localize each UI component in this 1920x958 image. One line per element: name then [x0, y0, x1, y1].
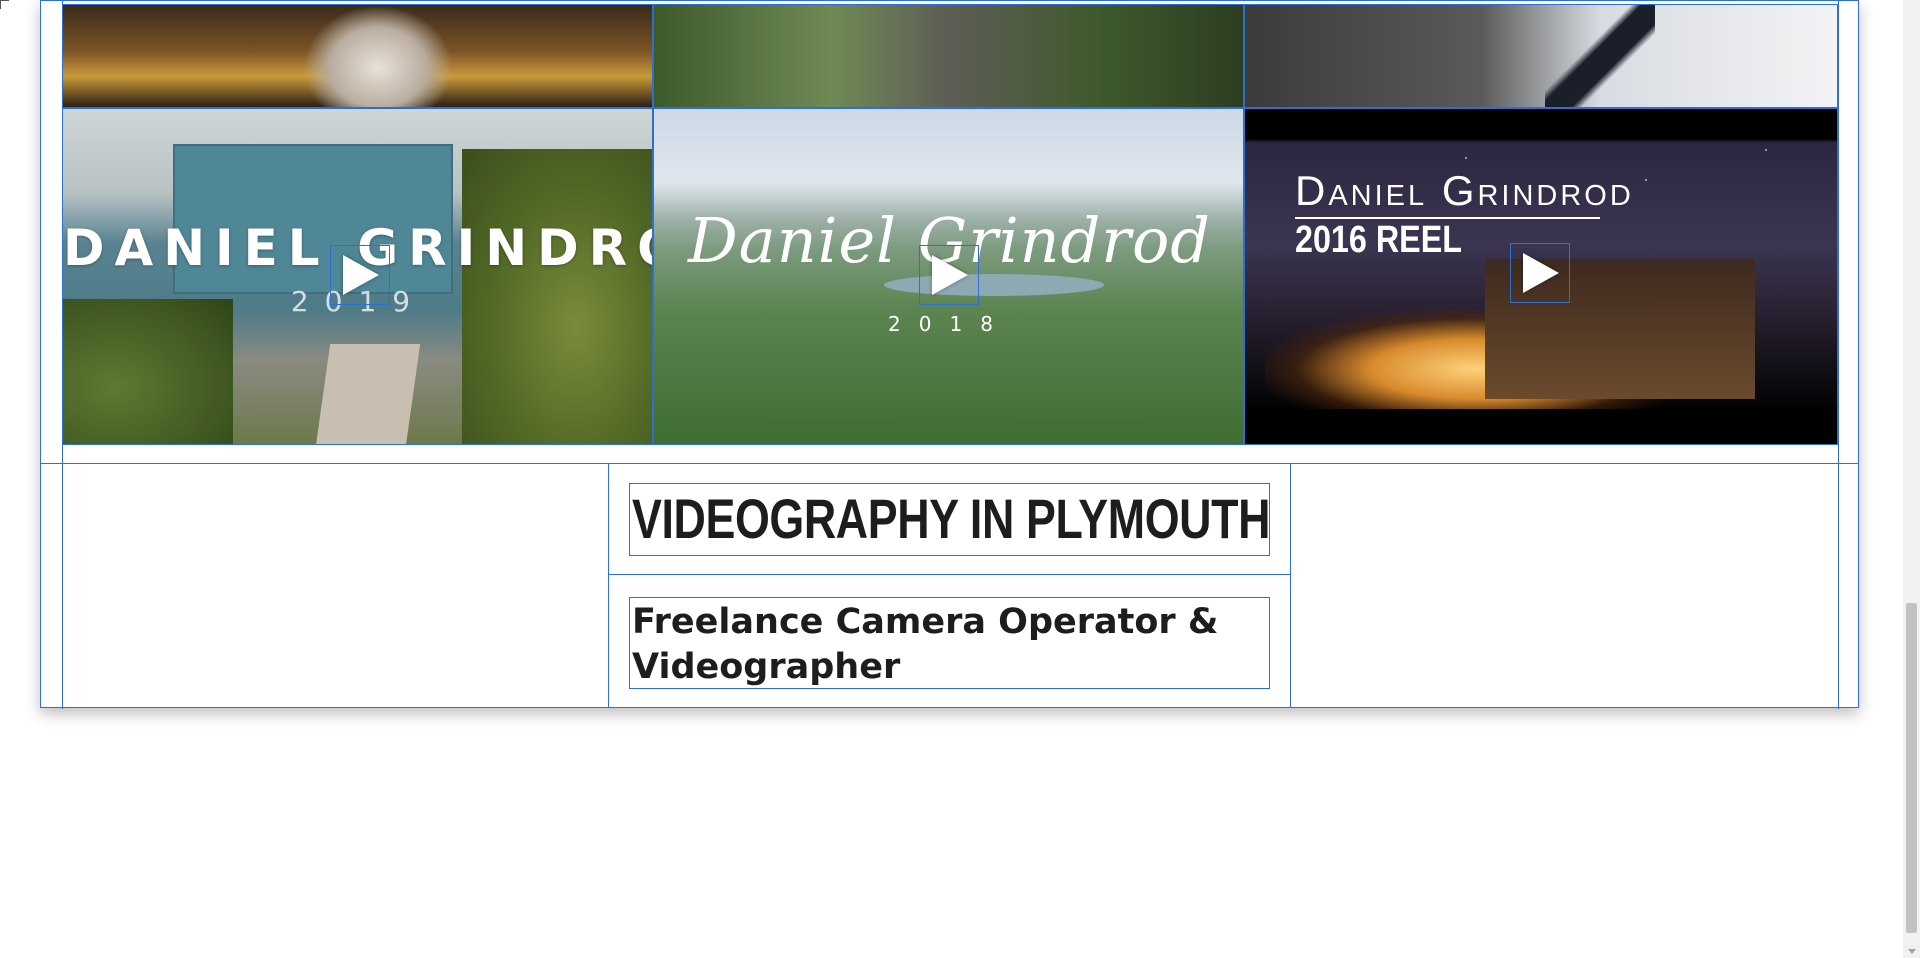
play-button[interactable] — [919, 245, 979, 305]
play-icon — [1523, 253, 1559, 293]
heading-block: VIDEOGRAPHY IN PLYMOUTH — [629, 483, 1270, 556]
video-thumbnail-2[interactable] — [653, 4, 1244, 108]
foliage-image — [63, 299, 233, 444]
video-grid: DANIEL GRINDROD 2019 Daniel Grindrod 201… — [62, 4, 1838, 445]
subheading-block: Freelance Camera Operator & Videographer — [629, 597, 1270, 689]
page-corner-mark — [0, 0, 9, 9]
video-thumbnail-2019[interactable]: DANIEL GRINDROD 2019 — [62, 108, 653, 445]
scrollbar-thumb[interactable] — [1906, 603, 1917, 933]
play-button[interactable] — [1510, 243, 1570, 303]
play-icon — [932, 255, 968, 295]
scroll-down-icon[interactable] — [1908, 949, 1916, 954]
video-thumbnail-2016-reel[interactable]: Daniel Grindrod 2016 REEL — [1244, 108, 1838, 445]
play-icon — [343, 255, 379, 295]
star — [1645, 179, 1647, 181]
heading-divider — [608, 574, 1291, 575]
star — [1765, 149, 1767, 151]
video-thumbnail-2018[interactable]: Daniel Grindrod 2018 — [653, 108, 1244, 445]
video-title: Daniel Grindrod — [1295, 167, 1631, 219]
video-year: 2018 — [888, 312, 1011, 336]
lake-image — [884, 274, 1104, 296]
vertical-scrollbar[interactable] — [1903, 0, 1920, 958]
video-thumbnail-3[interactable] — [1244, 4, 1838, 108]
path-image — [315, 344, 421, 444]
play-button[interactable] — [330, 245, 390, 305]
page-heading: VIDEOGRAPHY IN PLYMOUTH — [632, 487, 1271, 550]
video-thumbnail-1[interactable] — [62, 4, 653, 108]
star — [1465, 157, 1467, 159]
page-subheading: Freelance Camera Operator & Videographer — [632, 602, 1219, 687]
video-year: 2016 REEL — [1295, 219, 1462, 261]
